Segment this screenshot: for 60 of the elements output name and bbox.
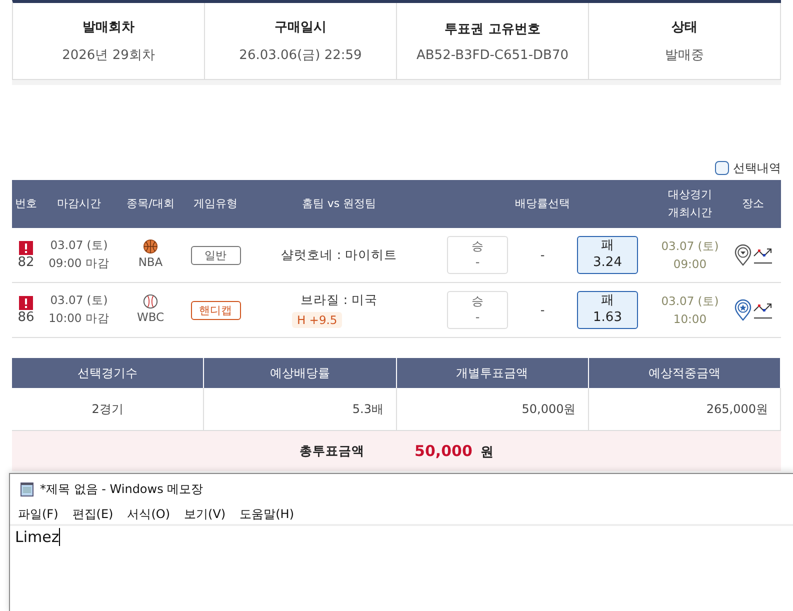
menu-item[interactable]: 파일(F) (18, 506, 58, 522)
currency-unit: 원 (480, 445, 494, 460)
event-time: 10:00 (673, 311, 707, 328)
draw-odds: - (539, 303, 546, 317)
menu-item[interactable]: 편집(E) (72, 506, 114, 522)
column-header: 장소 (741, 196, 765, 212)
window-title: *제목 없음 - Windows 메모장 (40, 480, 204, 498)
text-area[interactable]: Limez (10, 526, 793, 548)
info-label: 구매일시 (274, 19, 326, 36)
menu-item[interactable]: 보기(V) (184, 506, 226, 522)
odds-button[interactable]: 패 1.63 (577, 291, 638, 329)
menu-item[interactable]: 서식(O) (127, 506, 170, 522)
menu-item[interactable]: 도움말(H) (240, 506, 294, 522)
deadline-date: 03.07 (토) (50, 292, 108, 310)
info-label: 투표권 고유번호 (444, 20, 540, 38)
total-label: 총투표금액 (300, 442, 365, 460)
total-amount: 50,000 (414, 442, 472, 460)
deadline-time: 10:00 마감 (48, 310, 110, 327)
info-value: 2026년 29회차 (62, 47, 155, 64)
checkbox-label[interactable]: 선택내역 (733, 160, 781, 176)
column-header: 마감시간 (56, 196, 102, 212)
info-label: 발매회차 (82, 19, 134, 36)
column-header: 대상경기 개최시간 (667, 187, 713, 221)
column-header: 홈팀 vs 원정팀 (300, 196, 378, 212)
location-pin-icon[interactable] (734, 299, 752, 321)
column-header: 종목/대회 (126, 196, 176, 212)
league-name: WBC (136, 308, 164, 326)
column-header: 게임유형 (192, 196, 238, 212)
match-teams: 샬럿호네 : 마이히트 (280, 246, 398, 264)
checkbox[interactable] (715, 161, 729, 175)
odds-button[interactable]: 승 - (447, 236, 508, 274)
info-value: 발매중 (665, 47, 704, 64)
game-type-tag: 일반 (190, 246, 240, 264)
location-pin-icon[interactable] (734, 244, 752, 266)
column-header: 개별투표금액 (396, 358, 589, 388)
column-header: 번호 (14, 196, 38, 212)
column-header: 예상배당률 (204, 358, 396, 388)
notepad-icon (19, 481, 35, 497)
event-date: 03.07 (토) (661, 238, 719, 255)
match-teams: 브라질 : 미국 (300, 292, 378, 309)
deadline-date: 03.07 (토) (50, 237, 108, 254)
league-name: NBA (138, 254, 163, 271)
deadline-time: 09:00 마감 (48, 255, 110, 272)
draw-odds: - (539, 248, 546, 262)
odds-button[interactable]: 승 - (447, 291, 508, 329)
game-number: 82 (18, 254, 34, 270)
info-value: 26.03.06(금) 22:59 (239, 47, 362, 64)
handicap-tag: H +9.5 (292, 312, 342, 328)
odds-button[interactable]: 패 3.24 (577, 236, 638, 274)
event-time: 09:00 (673, 256, 707, 273)
baseball-icon (143, 294, 158, 309)
info-value: AB52-B3FD-C651-DB70 (416, 48, 568, 62)
basketball-icon (143, 238, 158, 254)
game-number: 86 (18, 310, 34, 324)
event-date: 03.07 (토) (661, 292, 719, 310)
column-header: 선택경기수 (12, 358, 204, 388)
column-header: 예상적중금액 (588, 358, 781, 388)
game-type-tag: 핸디캡 (190, 300, 240, 320)
info-label: 상태 (672, 19, 698, 36)
column-header: 배당률선택 (514, 196, 571, 212)
